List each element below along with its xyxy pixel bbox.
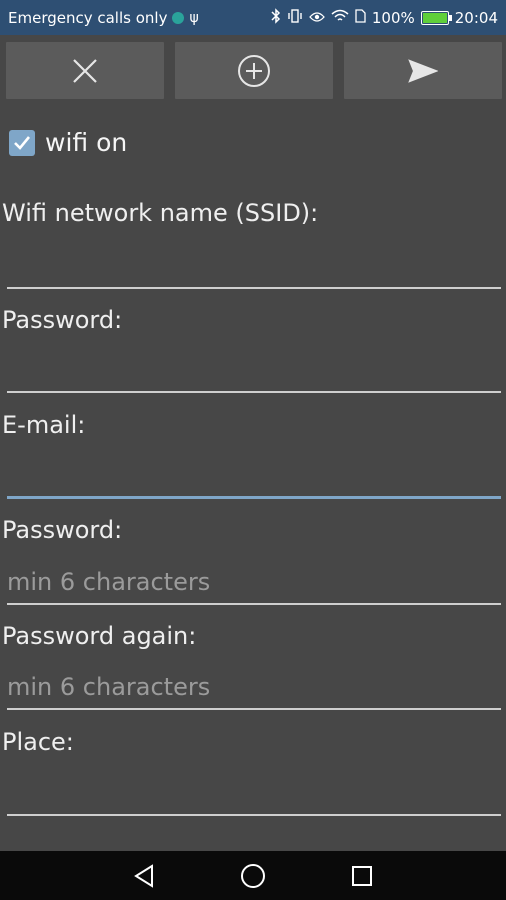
place-input[interactable] [7,772,501,816]
status-right: 100% 20:04 [271,7,498,28]
add-button[interactable] [175,42,333,99]
usb-icon: ψ [189,9,199,26]
battery-fill [422,12,447,23]
carrier-text: Emergency calls only [8,8,168,27]
wifi-toggle-label: wifi on [45,128,128,157]
email-input[interactable] [7,455,501,499]
toolbar [6,42,502,99]
battery-percent: 100% [371,8,415,27]
status-left: Emergency calls only ψ [8,9,199,27]
vibrate-icon [287,8,303,27]
navigation-bar [0,851,506,900]
password-label: Password: [2,516,123,544]
clock: 20:04 [454,8,498,27]
send-button[interactable] [344,42,502,99]
battery-tip [448,14,452,21]
notification-dot-icon [172,11,185,24]
status-bar: Emergency calls only ψ 100% 20:04 [0,0,506,35]
sim-icon [355,8,366,27]
recents-square-icon [351,865,372,886]
home-circle-icon [240,863,265,888]
email-label: E-mail: [2,411,86,439]
back-triangle-icon [134,863,154,888]
place-label: Place: [2,728,74,756]
wifi-toggle[interactable]: wifi on [9,128,127,157]
wifi-password-label: Password: [2,306,123,334]
bluetooth-icon [271,7,281,28]
close-button[interactable] [6,42,164,99]
home-button[interactable] [233,856,273,896]
recents-button[interactable] [342,856,382,896]
password-input[interactable] [7,561,501,605]
password-again-input[interactable] [7,666,501,710]
close-icon [73,58,97,83]
checkmark-icon [14,135,31,150]
wifi-icon [331,9,349,27]
wifi-password-input[interactable] [7,349,501,393]
eye-icon [309,9,325,27]
back-button[interactable] [124,856,164,896]
password-again-label: Password again: [2,622,197,650]
send-icon [408,58,438,83]
ssid-label: Wifi network name (SSID): [2,199,319,227]
battery-icon [420,10,452,25]
add-circle-icon [238,54,270,87]
wifi-checkbox[interactable] [9,129,35,156]
ssid-input[interactable] [7,245,501,289]
